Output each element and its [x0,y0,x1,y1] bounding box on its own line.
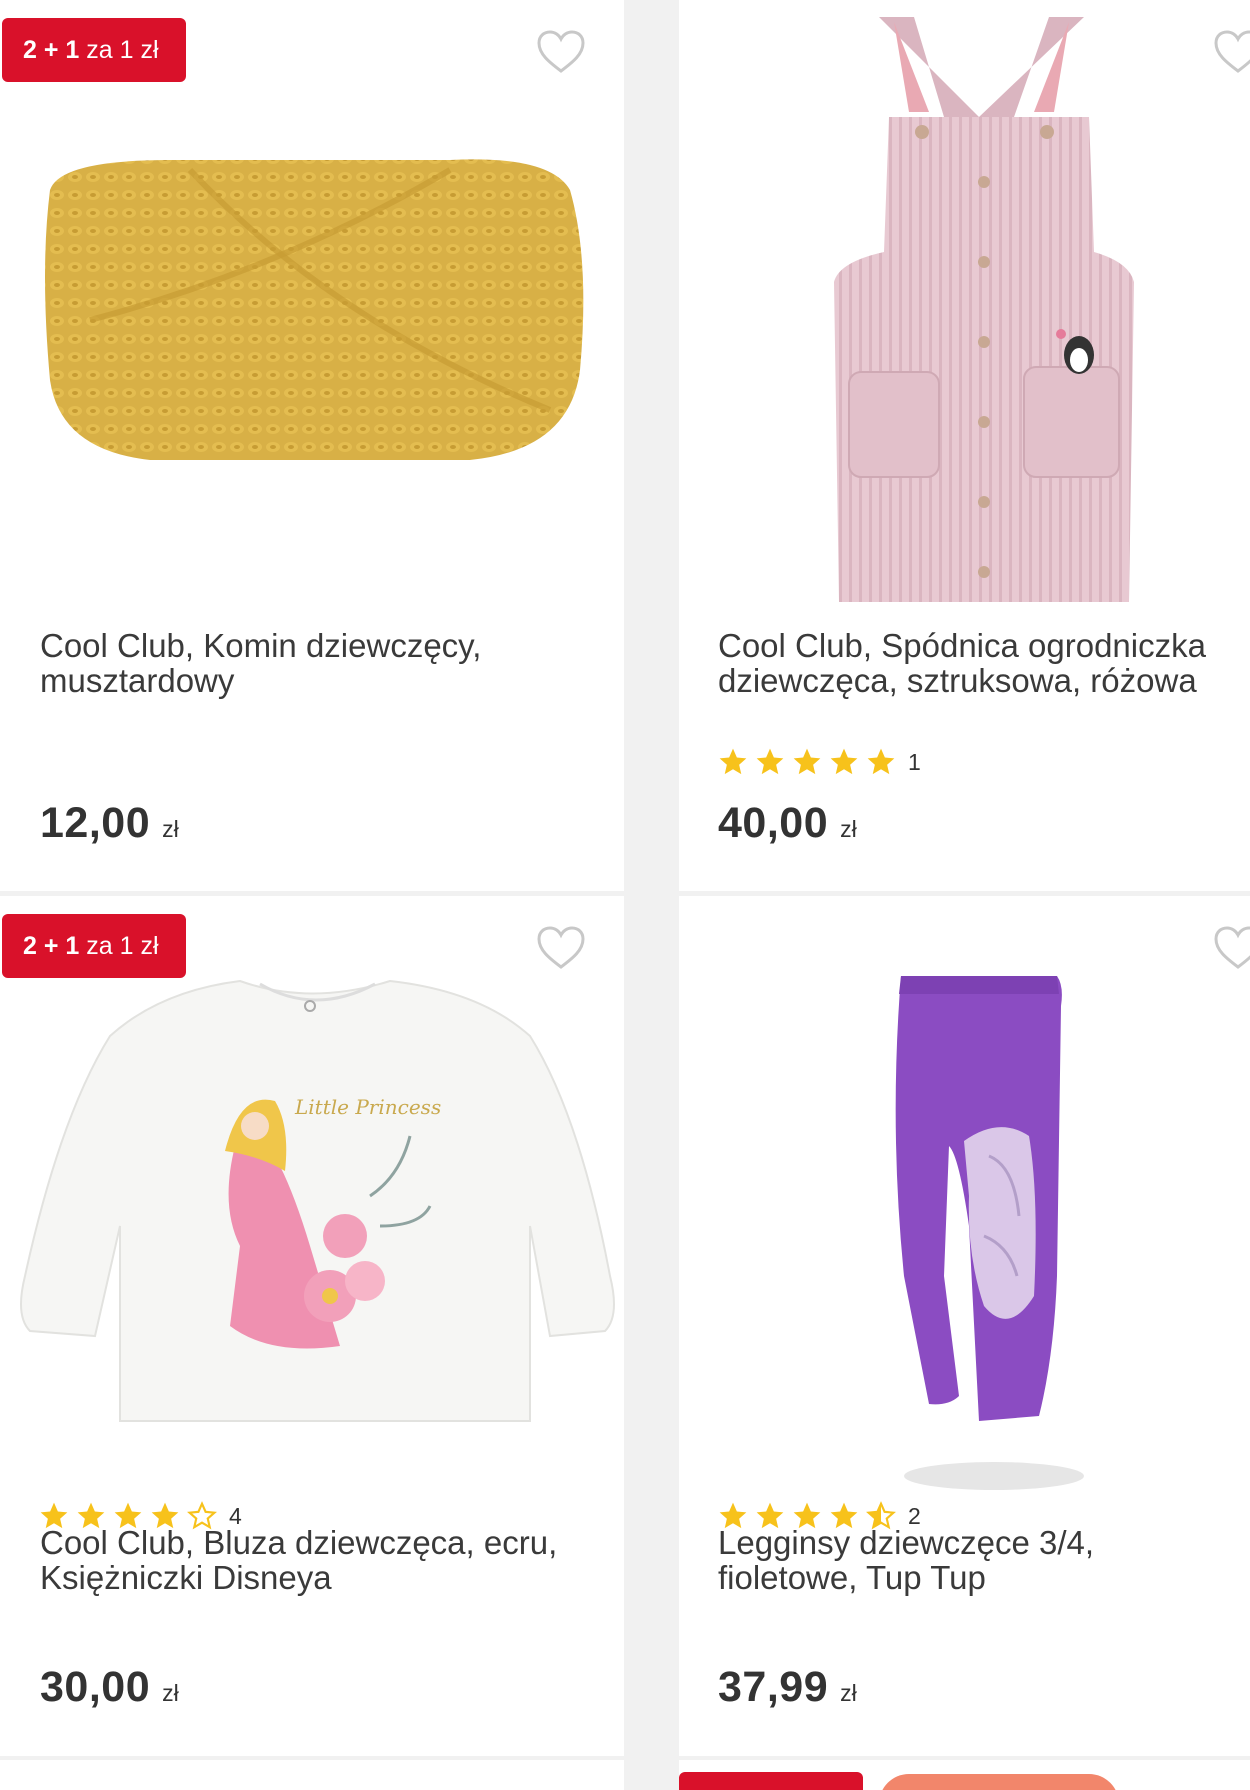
star-full-icon [717,1500,749,1532]
product-card[interactable]: Cool Club, Spódnica ogrodniczka dziewczę… [679,0,1250,891]
star-half-icon [865,1500,897,1532]
product-image[interactable]: Little Princess [10,976,620,1426]
rating-count: 2 [908,1502,921,1529]
product-price: 40,00 zł [718,799,857,847]
product-image[interactable] [30,150,590,490]
star-empty-icon [186,1500,218,1532]
promo-badge: 2 + 1 za 1 zł [2,914,186,978]
promo-badge: 2 + 1 za 1 zł [2,18,186,82]
star-full-icon [38,1500,70,1532]
star-full-icon [754,1500,786,1532]
product-price: 12,00 zł [40,799,179,847]
star-full-icon [865,746,897,778]
rating: 2 [717,1499,921,1533]
product-price: 30,00 zł [40,1663,179,1711]
star-full-icon [828,1500,860,1532]
product-title[interactable]: Legginsy dziewczęce 3/4, fioletowe, Tup … [718,1525,1238,1595]
star-full-icon [828,746,860,778]
star-full-icon [112,1500,144,1532]
product-card-partial[interactable] [679,1760,1250,1790]
product-image[interactable] [879,1774,1119,1790]
product-price: 37,99 zł [718,1663,857,1711]
product-card[interactable]: Legginsy dziewczęce 3/4, fioletowe, Tup … [679,896,1250,1756]
product-card[interactable]: 2 + 1 za 1 zł Cool Club, Komin dziewczęc… [0,0,624,891]
product-image[interactable] [829,12,1149,612]
star-full-icon [75,1500,107,1532]
product-card-partial[interactable] [0,1760,624,1790]
heart-icon[interactable] [535,924,587,972]
rating: 1 [717,745,921,779]
star-full-icon [717,746,749,778]
star-full-icon [149,1500,181,1532]
rating: 4 [38,1499,242,1533]
product-title[interactable]: Cool Club, Spódnica ogrodniczka dziewczę… [718,628,1238,698]
star-full-icon [791,746,823,778]
promo-badge [679,1772,863,1790]
heart-icon[interactable] [1212,924,1250,972]
heart-icon[interactable] [535,28,587,76]
rating-count: 1 [908,748,921,775]
heart-icon[interactable] [1212,28,1250,76]
product-image[interactable] [889,976,1099,1496]
product-title[interactable]: Cool Club, Komin dziewczęcy, musztardowy [40,628,580,698]
svg-text:Little Princess: Little Princess [294,1095,441,1119]
product-title[interactable]: Cool Club, Bluza dziewczęca, ecru, Księż… [40,1525,580,1595]
rating-count: 4 [229,1502,242,1529]
product-card[interactable]: 2 + 1 za 1 zł Little Princess Cool Club,… [0,896,624,1756]
star-full-icon [754,746,786,778]
star-full-icon [791,1500,823,1532]
